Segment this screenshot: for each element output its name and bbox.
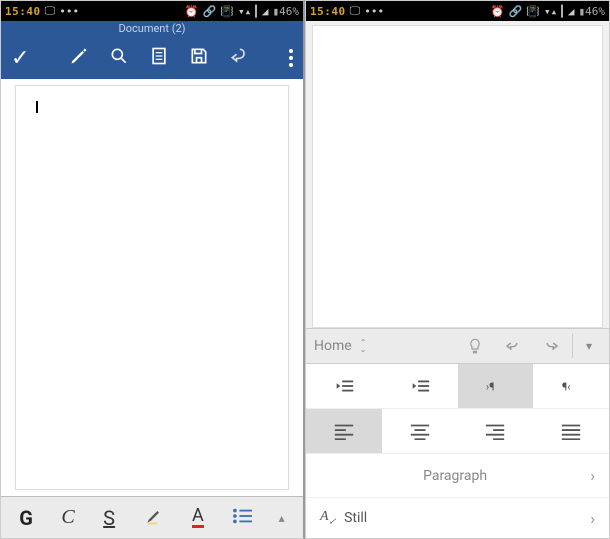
align-right-button[interactable] [458, 409, 534, 453]
alarm-icon: ⏰ [491, 5, 505, 18]
bold-button[interactable]: G [19, 506, 33, 530]
underline-button[interactable]: S [103, 506, 115, 530]
collapse-ribbon-button[interactable]: ▾ [577, 339, 601, 353]
link-icon: 🔗 [203, 5, 217, 18]
more-button[interactable] [289, 49, 293, 67]
chevron-right-icon: › [590, 509, 595, 528]
signal-icon: ▎◢ [255, 5, 268, 18]
text-cursor [36, 101, 38, 113]
ribbon-tab-label[interactable]: Home [314, 338, 352, 354]
align-left-button[interactable] [306, 409, 382, 453]
increase-indent-button[interactable] [382, 364, 458, 408]
wifi-icon: ▾▴ [544, 5, 557, 18]
link-icon: 🔗 [509, 5, 523, 18]
lightbulb-icon[interactable] [458, 331, 492, 361]
top-toolbar: ✓ [1, 37, 303, 79]
status-bar: 15:40 🖵 ••• ⏰ 🔗 📳 ▾▴ ▎◢ ▮46% [306, 1, 609, 21]
svg-text:¶‹: ¶‹ [562, 381, 571, 394]
bottom-toolbar: G C S A ▴ [1, 496, 303, 538]
more-icon: ••• [59, 5, 79, 18]
document-canvas[interactable] [312, 25, 603, 328]
vibration-icon: 📳 [220, 5, 234, 18]
style-section-button[interactable]: A↙ Still › [306, 498, 609, 538]
screen-icon: 🖵 [350, 4, 361, 18]
status-bar: 15:40 🖵 ••• ⏰ 🔗 📳 ▾▴ ▎◢ ▮46% [1, 1, 303, 21]
chevron-right-icon: › [590, 466, 595, 485]
font-color-button[interactable]: A [192, 507, 204, 528]
expand-toolbar-button[interactable]: ▴ [279, 511, 285, 525]
save-icon[interactable] [189, 46, 209, 70]
italic-button[interactable]: C [61, 506, 74, 529]
signal-icon: ▎◢ [561, 5, 574, 18]
ltr-paragraph-button[interactable]: ›¶ [458, 364, 534, 408]
search-icon[interactable] [109, 46, 129, 70]
paragraph-format-grid: ›¶ ¶‹ [306, 364, 609, 454]
paragraph-section-button[interactable]: Paragraph › [306, 454, 609, 498]
reading-view-icon[interactable] [149, 46, 169, 70]
undo-icon[interactable] [496, 331, 530, 361]
ribbon-selector: Home ⌃⌄ ▾ [306, 328, 609, 364]
status-time: 15:40 [5, 5, 41, 18]
align-center-button[interactable] [382, 409, 458, 453]
style-icon: A↙ [320, 509, 336, 527]
battery-label: ▮46% [273, 5, 300, 18]
document-title: Document (2) [1, 21, 303, 37]
style-label: Still [344, 510, 367, 526]
undo-icon[interactable] [229, 46, 249, 70]
pen-icon[interactable] [69, 46, 89, 70]
confirm-button[interactable]: ✓ [11, 46, 29, 71]
document-canvas[interactable] [15, 85, 289, 490]
align-justify-button[interactable] [533, 409, 609, 453]
rtl-paragraph-button[interactable]: ¶‹ [533, 364, 609, 408]
paragraph-label: Paragraph [320, 468, 590, 484]
more-icon: ••• [364, 5, 384, 18]
bullet-list-button[interactable] [232, 507, 254, 529]
svg-text:›¶: ›¶ [486, 381, 495, 394]
vibration-icon: 📳 [526, 5, 540, 18]
decrease-indent-button[interactable] [306, 364, 382, 408]
status-time: 15:40 [310, 5, 346, 18]
alarm-icon: ⏰ [185, 5, 199, 18]
wifi-icon: ▾▴ [238, 5, 251, 18]
redo-icon[interactable] [534, 331, 568, 361]
ribbon-tab-selector[interactable]: ⌃⌄ [360, 339, 367, 353]
screen-icon: 🖵 [45, 4, 56, 18]
battery-label: ▮46% [579, 5, 606, 18]
highlight-button[interactable] [144, 506, 164, 530]
